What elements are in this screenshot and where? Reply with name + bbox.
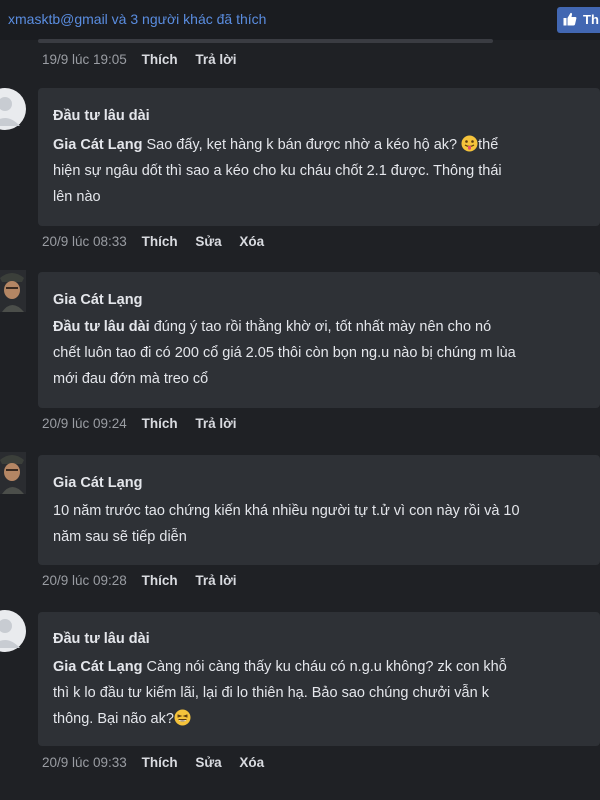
likes-bar: xmasktb@gmail và 3 người khác đã thích T…: [0, 0, 600, 40]
comment-timestamp[interactable]: 20/9 lúc 09:28: [42, 573, 127, 588]
comment-timestamp[interactable]: 20/9 lúc 08:33: [42, 234, 127, 249]
comment-bubble: Gia Cát Lạng Đầu tư lâu dài đúng ý tao r…: [38, 272, 600, 408]
comment-text-line: Càng nói càng thấy ku cháu có n.g.u khôn…: [142, 659, 507, 675]
like-action[interactable]: Thích: [142, 573, 178, 588]
comment-body: 10 năm trước tao chứng kiến khá nhiều ng…: [53, 498, 600, 550]
comment-text-line: thì k lo đầu tư kiếm lãi, lại đi lo thiê…: [53, 685, 489, 701]
delete-action[interactable]: Xóa: [239, 234, 264, 249]
comment-actions: 19/9 lúc 19:05 Thích Trả lời: [42, 52, 250, 67]
comment-text-line: hiện sự ngâu dốt thì sao a kéo cho ku ch…: [53, 163, 502, 179]
comment-actions: 20/9 lúc 09:28 Thích Trả lời: [42, 573, 250, 588]
like-action[interactable]: Thích: [142, 755, 178, 770]
like-action[interactable]: Thích: [142, 234, 178, 249]
comment-actions: 20/9 lúc 09:24 Thích Trả lời: [42, 416, 250, 431]
comment-timestamp[interactable]: 19/9 lúc 19:05: [42, 52, 127, 67]
comment-actions: 20/9 lúc 08:33 Thích Sửa Xóa: [42, 234, 278, 249]
mention-link[interactable]: Gia Cát Lạng: [53, 659, 142, 675]
comment-timestamp[interactable]: 20/9 lúc 09:24: [42, 416, 127, 431]
edit-action[interactable]: Sửa: [195, 234, 221, 249]
default-avatar-icon[interactable]: [0, 88, 26, 130]
delete-action[interactable]: Xóa: [239, 755, 264, 770]
comment-text-line: chết luôn tao đi có 200 cổ giá 2.05 thôi…: [53, 345, 516, 361]
comment-actions: 20/9 lúc 09:33 Thích Sửa Xóa: [42, 755, 278, 770]
comment-body: Đầu tư lâu dài đúng ý tao rồi thằng khờ …: [53, 314, 600, 392]
like-button-label: Th: [583, 12, 599, 27]
reply-action[interactable]: Trả lời: [195, 416, 236, 431]
thumbs-up-icon: [563, 12, 577, 29]
comment-timestamp[interactable]: 20/9 lúc 09:33: [42, 755, 127, 770]
laughing-emoji-icon: [174, 709, 191, 726]
comment-text-line: mới đau đớn mà treo cổ: [53, 371, 209, 387]
like-action[interactable]: Thích: [142, 52, 178, 67]
horizontal-scrollbar[interactable]: [38, 39, 493, 43]
comment-author[interactable]: Gia Cát Lạng: [53, 475, 142, 491]
comment-text-line: 10 năm trước tao chứng kiến khá nhiều ng…: [53, 503, 520, 519]
mention-link[interactable]: Gia Cát Lạng: [53, 137, 142, 153]
comment-author[interactable]: Gia Cát Lạng: [53, 292, 142, 308]
soldier-avatar-icon[interactable]: [0, 270, 26, 312]
comment-text-line: thông. Bại não ak?: [53, 711, 174, 727]
comment-bubble: Đầu tư lâu dài Gia Cát Lạng Càng nói càn…: [38, 612, 600, 746]
likes-summary-link[interactable]: xmasktb@gmail và 3 người khác đã thích: [8, 11, 266, 27]
comment-body: Gia Cát Lạng Càng nói càng thấy ku cháu …: [53, 654, 600, 732]
comment-bubble: Đầu tư lâu dài Gia Cát Lạng Sao đấy, kẹt…: [38, 88, 600, 226]
reply-action[interactable]: Trả lời: [195, 573, 236, 588]
comment-author[interactable]: Đầu tư lâu dài: [53, 108, 150, 124]
comment-bubble: Gia Cát Lạng 10 năm trước tao chứng kiến…: [38, 455, 600, 565]
comment-text-line: lên nào: [53, 189, 101, 205]
mention-link[interactable]: Đầu tư lâu dài: [53, 319, 150, 335]
reply-action[interactable]: Trả lời: [195, 52, 236, 67]
comment-text-line: đúng ý tao rồi thằng khờ ơi, tốt nhất mà…: [149, 319, 492, 335]
tongue-out-emoji-icon: [461, 135, 478, 152]
comment-author[interactable]: Đầu tư lâu dài: [53, 631, 150, 647]
default-avatar-icon[interactable]: [0, 610, 26, 652]
like-page-button[interactable]: Th: [557, 7, 600, 33]
comment-text-line: Sao đấy, kẹt hàng k bán được nhờ a kéo h…: [142, 137, 462, 153]
comment-body: Gia Cát Lạng Sao đấy, kẹt hàng k bán đượ…: [53, 132, 600, 210]
comment-text-line: thể: [478, 137, 499, 153]
comment-text-line: năm sau sẽ tiếp diễn: [53, 529, 187, 545]
like-action[interactable]: Thích: [142, 416, 178, 431]
soldier-avatar-icon[interactable]: [0, 452, 26, 494]
edit-action[interactable]: Sửa: [195, 755, 221, 770]
